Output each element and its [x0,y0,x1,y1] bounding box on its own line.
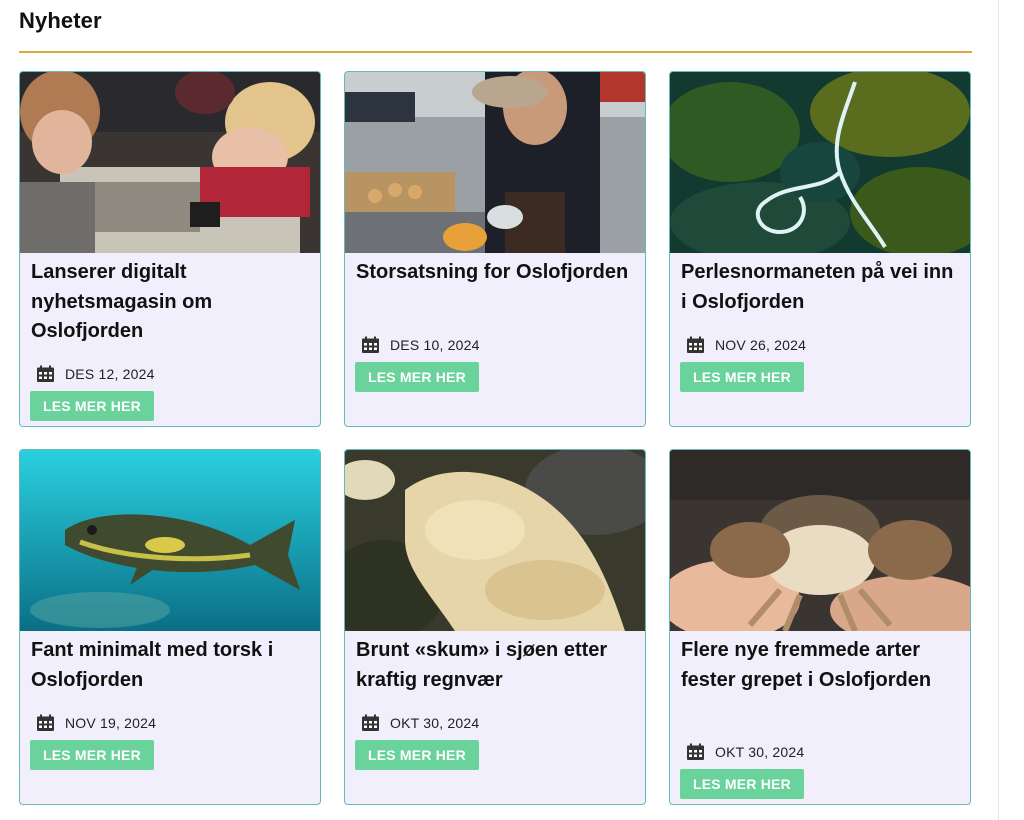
calendar-icon [362,336,379,353]
news-image[interactable] [670,450,970,631]
news-date: OKT 30, 2024 [390,715,480,731]
news-date-row: OKT 30, 2024 [361,713,479,733]
news-date-row: NOV 26, 2024 [686,335,806,355]
news-date-row: NOV 19, 2024 [36,713,156,733]
news-date-row: DES 12, 2024 [36,364,155,384]
read-more-button[interactable]: LES MER HER [680,769,804,799]
news-date: DES 10, 2024 [390,337,480,353]
news-image[interactable] [20,450,320,631]
news-card[interactable]: Lanserer digitalt nyhetsmagasin om Oslof… [19,71,321,427]
news-date: OKT 30, 2024 [715,744,805,760]
news-title[interactable]: Brunt «skum» i sjøen etter kraftig regnv… [356,636,638,695]
news-card[interactable]: Flere nye fremmede arter fester grepet i… [669,449,971,805]
news-image[interactable] [345,450,645,631]
content-divider [998,0,999,820]
read-more-button[interactable]: LES MER HER [30,391,154,421]
news-date: DES 12, 2024 [65,366,155,382]
news-title[interactable]: Storsatsning for Oslofjorden [356,258,638,288]
news-title[interactable]: Flere nye fremmede arter fester grepet i… [681,636,963,695]
read-more-button[interactable]: LES MER HER [680,362,804,392]
read-more-button[interactable]: LES MER HER [355,740,479,770]
news-card[interactable]: Fant minimalt med torsk i Oslofjorden NO… [19,449,321,805]
calendar-icon [362,714,379,731]
calendar-icon [37,714,54,731]
read-more-button[interactable]: LES MER HER [355,362,479,392]
students-at-table-image [20,72,320,253]
news-date: NOV 19, 2024 [65,715,157,731]
news-image[interactable] [670,72,970,253]
news-image[interactable] [345,72,645,253]
jellyfish-string-image [670,72,970,253]
calendar-icon [687,336,704,353]
news-title[interactable]: Fant minimalt med torsk i Oslofjorden [31,636,313,695]
section-title: Nyheter [19,8,102,33]
fisherman-on-pier-image [345,72,645,253]
news-date: NOV 26, 2024 [715,337,807,353]
news-date-row: DES 10, 2024 [361,335,480,355]
news-card[interactable]: Storsatsning for Oslofjorden DES 10, 202… [344,71,646,427]
news-image[interactable] [20,72,320,253]
calendar-icon [687,743,704,760]
cod-underwater-image [20,450,320,631]
news-card[interactable]: Brunt «skum» i sjøen etter kraftig regnv… [344,449,646,805]
news-date-row: OKT 30, 2024 [686,742,804,762]
section-divider [19,51,972,53]
news-card[interactable]: Perlesnormaneten på vei inn i Oslofjorde… [669,71,971,427]
news-title[interactable]: Perlesnormaneten på vei inn i Oslofjorde… [681,258,963,317]
news-title[interactable]: Lanserer digitalt nyhetsmagasin om Oslof… [31,258,313,347]
news-grid: Lanserer digitalt nyhetsmagasin om Oslof… [19,71,972,805]
read-more-button[interactable]: LES MER HER [30,740,154,770]
brown-foam-image [345,450,645,631]
crab-in-hand-image [670,450,970,631]
calendar-icon [37,365,54,382]
